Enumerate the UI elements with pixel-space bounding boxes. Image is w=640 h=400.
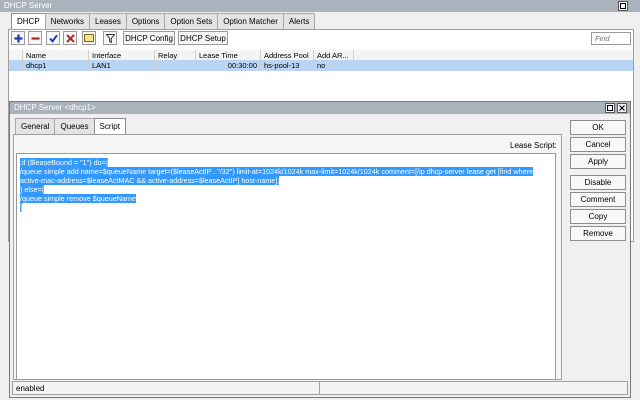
maximize-button[interactable] [618,1,628,11]
cell-interface: LAN1 [88,60,154,71]
tab-script[interactable]: Script [93,118,126,135]
tab-options[interactable]: Options [125,13,166,29]
apply-button[interactable]: Apply [570,154,626,169]
status-bar: enabled [12,381,628,395]
table-row[interactable]: dhcp1 LAN1 00:30:00 hs-pool-13 no [9,60,633,71]
disable-x-icon [65,33,75,43]
add-icon [14,34,22,42]
tab-option-sets[interactable]: Option Sets [164,13,219,29]
ok-button[interactable]: OK [570,120,626,135]
cancel-button[interactable]: Cancel [570,137,626,152]
dialog-close-button[interactable] [617,103,627,113]
cell-add-arp: no [313,60,353,71]
script-line-text: active-mac-address=$leaseActMAC && activ… [20,176,280,185]
script-line-text: /queue simple remove $queueName [20,194,136,203]
script-line: :if ($leaseBound = "1") do={ [20,158,552,167]
script-line: /queue simple remove $queueName [20,194,552,203]
main-window-controls [618,1,628,11]
filter-icon [105,33,115,43]
script-line-text: } [20,203,23,212]
script-line: } [20,203,552,212]
dialog-title: DHCP Server <dhcp1> [14,103,96,112]
filter-button[interactable] [103,31,117,45]
tab-queues[interactable]: Queues [54,118,95,134]
dialog-controls [605,103,627,113]
remove-button[interactable]: Remove [570,226,626,241]
script-line-text: } else={ [20,185,45,194]
script-line-text: /queue simple add name=$queueName target… [20,167,533,176]
tab-networks[interactable]: Networks [44,13,91,29]
lease-script-editor[interactable]: :if ($leaseBound = "1") do={ /queue simp… [16,153,556,380]
cell-relay [154,60,195,71]
script-line: } else={ [20,185,552,194]
dialog-maximize-button[interactable] [605,103,615,113]
cell-lease-time: 00:30:00 [195,60,260,71]
remove-icon [31,36,39,40]
enable-button[interactable] [46,31,60,45]
cell-name: dhcp1 [22,60,88,71]
script-line-text: :if ($leaseBound = "1") do={ [20,158,109,167]
disable-button[interactable]: Disable [570,175,626,190]
copy-button[interactable]: Copy [570,209,626,224]
tab-alerts[interactable]: Alerts [282,13,316,29]
dhcp-setup-button[interactable]: DHCP Setup [178,31,228,45]
status-text: enabled [16,384,45,393]
script-line: active-mac-address=$leaseActMAC && activ… [20,176,552,185]
script-line: /queue simple add name=$queueName target… [20,167,552,176]
dialog-titlebar: DHCP Server <dhcp1> [10,102,630,114]
main-window-titlebar: DHCP Server [0,0,640,12]
cell-address-pool: hs-pool-13 [260,60,313,71]
main-window-title: DHCP Server [4,1,53,10]
tab-general[interactable]: General [15,118,56,134]
comment-button[interactable] [82,31,96,45]
find-input[interactable] [591,32,631,45]
close-icon [619,105,625,111]
status-divider [319,382,320,394]
enable-check-icon [48,34,58,43]
disable-button[interactable] [63,31,77,45]
add-button[interactable] [11,31,25,45]
maximize-icon [607,105,613,111]
lease-script-label: Lease Script: [510,141,557,150]
tab-option-matcher[interactable]: Option Matcher [217,13,284,29]
main-tabs: DHCP Networks Leases Options Option Sets… [11,13,316,30]
tab-leases[interactable]: Leases [89,13,127,29]
remove-button[interactable] [28,31,42,45]
maximize-icon [620,3,626,9]
dhcp-config-button[interactable]: DHCP Config [123,31,175,45]
comment-icon [84,34,94,42]
tab-dhcp[interactable]: DHCP [11,13,46,30]
dialog-tabs: General Queues Script [15,118,126,135]
comment-button[interactable]: Comment [570,192,626,207]
